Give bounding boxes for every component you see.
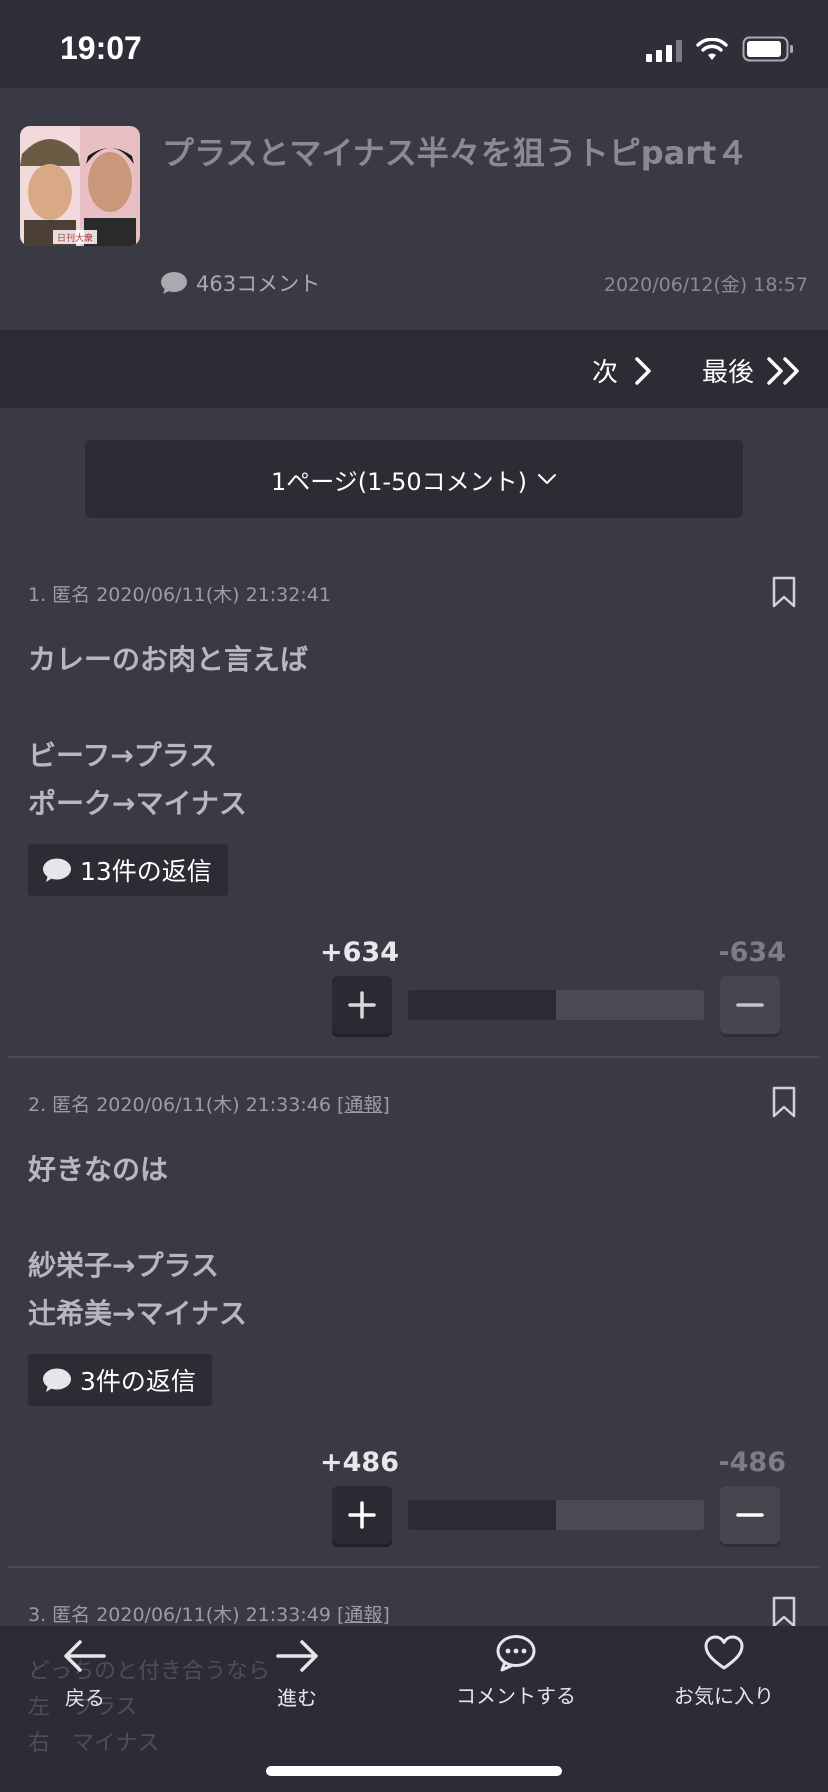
plus-count: +486 xyxy=(320,1447,399,1478)
comment-header: 1. 匿名 2020/06/11(木) 21:32:41 xyxy=(28,584,331,606)
replies-button[interactable]: 13件の返信 xyxy=(28,844,228,896)
report-link[interactable]: [通報] xyxy=(337,1094,390,1116)
comment-line xyxy=(28,684,308,732)
tab-back-label: 戻る xyxy=(65,1686,105,1710)
cellular-signal-icon xyxy=(646,38,682,62)
comment-divider xyxy=(8,1566,820,1568)
chevron-down-icon xyxy=(537,474,556,484)
comment-meta: 3. 匿名 2020/06/11(木) 21:33:49 [通報] xyxy=(28,1600,390,1627)
bookmark-icon[interactable] xyxy=(772,576,796,608)
tab-back[interactable]: 戻る xyxy=(62,1638,108,1711)
tab-forward-label: 進む xyxy=(277,1686,317,1710)
plus-vote-button[interactable] xyxy=(332,1486,392,1544)
replies-label: 13件の返信 xyxy=(80,857,212,886)
last-page-label: 最後 xyxy=(702,358,755,388)
speech-bubble-icon xyxy=(161,272,187,294)
topic-title: プラスとマイナス半々を狙うトピpart４ xyxy=(162,134,749,172)
page-select-dropdown[interactable]: 1ページ(1-50コメント) xyxy=(85,440,743,518)
next-page-label: 次 xyxy=(592,358,619,388)
tab-forward[interactable]: 進む xyxy=(274,1638,320,1711)
comment-meta: 2. 匿名 2020/06/11(木) 21:33:46 [通報] xyxy=(28,1090,390,1117)
vote-ratio-fill xyxy=(408,1500,556,1530)
status-icons xyxy=(646,36,794,62)
plus-vote-button[interactable] xyxy=(332,976,392,1034)
comment-line: 辻希美→マイナス xyxy=(28,1297,247,1330)
thumbnail-caption: 日刊大衆 xyxy=(57,232,93,244)
comment-line: 右 マイナス xyxy=(28,1731,160,1756)
comment-body: カレーのお肉と言えば ビーフ→プラス ポーク→マイナス xyxy=(28,636,308,828)
comment-count-label: 463コメント xyxy=(196,272,321,296)
bookmark-icon[interactable] xyxy=(772,1086,796,1118)
double-chevron-right-icon xyxy=(767,356,799,385)
topic-thumbnail[interactable]: 日刊大衆 xyxy=(20,126,140,246)
plus-count: +634 xyxy=(320,937,399,968)
comment-line: 好きなのは xyxy=(28,1153,169,1186)
vote-ratio-fill xyxy=(408,990,556,1020)
home-indicator xyxy=(266,1766,562,1776)
arrow-left-icon xyxy=(64,1640,106,1672)
chevron-right-icon xyxy=(635,356,651,385)
status-bar: 19:07 xyxy=(0,0,828,88)
minus-vote-button[interactable] xyxy=(720,976,780,1034)
speech-bubble-icon xyxy=(43,1368,71,1392)
comment-header: 3. 匿名 2020/06/11(木) 21:33:49 xyxy=(28,1604,331,1626)
status-time: 19:07 xyxy=(60,30,142,66)
heart-icon xyxy=(704,1635,744,1670)
battery-icon xyxy=(742,36,793,62)
tab-comment[interactable]: コメントする xyxy=(456,1634,576,1709)
tab-favorite[interactable]: お気に入り xyxy=(674,1634,774,1709)
comment-item: 2. 匿名 2020/06/11(木) 21:33:46 [通報] 好きなのは … xyxy=(0,1086,828,1570)
minus-count: -486 xyxy=(718,1447,786,1478)
plus-icon xyxy=(348,1501,376,1529)
replies-label: 3件の返信 xyxy=(80,1367,196,1396)
speech-bubble-icon xyxy=(43,858,71,882)
next-page-button[interactable]: 次 xyxy=(592,352,652,389)
tab-favorite-label: お気に入り xyxy=(674,1684,774,1708)
plus-icon xyxy=(348,991,376,1019)
tab-comment-label: コメントする xyxy=(456,1684,576,1708)
comment-body: 好きなのは 紗栄子→プラス 辻希美→マイナス xyxy=(28,1146,247,1338)
vote-ratio-bar xyxy=(408,1500,704,1530)
vote-ratio-bar xyxy=(408,990,704,1020)
comment-line: 紗栄子→プラス xyxy=(28,1249,219,1282)
report-link[interactable]: [通報] xyxy=(337,1604,390,1626)
wifi-icon xyxy=(696,38,728,60)
minus-count: -634 xyxy=(718,937,786,968)
topic-header: 日刊大衆 プラスとマイナス半々を狙うトピpart４ 463コメント 2020/0… xyxy=(0,88,828,330)
topic-date: 2020/06/12(金) 18:57 xyxy=(603,274,808,296)
comment-count[interactable]: 463コメント xyxy=(160,268,320,298)
bookmark-icon[interactable] xyxy=(772,1596,796,1628)
minus-icon xyxy=(736,1003,764,1007)
chat-bubble-icon xyxy=(496,1635,536,1672)
comment-divider xyxy=(8,1056,820,1058)
minus-vote-button[interactable] xyxy=(720,1486,780,1544)
page-select-label: 1ページ(1-50コメント) xyxy=(271,467,527,496)
comment-item: 1. 匿名 2020/06/11(木) 21:32:41 カレーのお肉と言えば … xyxy=(0,576,828,1060)
minus-icon xyxy=(736,1513,764,1517)
pager-bar: 次 最後 xyxy=(0,330,828,408)
comment-meta: 1. 匿名 2020/06/11(木) 21:32:41 xyxy=(28,580,331,607)
comment-header: 2. 匿名 2020/06/11(木) 21:33:46 xyxy=(28,1094,331,1116)
comment-line xyxy=(28,1194,247,1242)
comment-line: ポーク→マイナス xyxy=(28,787,247,820)
comment-line: カレーのお肉と言えば xyxy=(28,643,309,676)
replies-button[interactable]: 3件の返信 xyxy=(28,1354,212,1406)
comment-line: ビーフ→プラス xyxy=(28,739,218,772)
last-page-button[interactable]: 最後 xyxy=(702,352,802,389)
arrow-right-icon xyxy=(276,1640,318,1672)
